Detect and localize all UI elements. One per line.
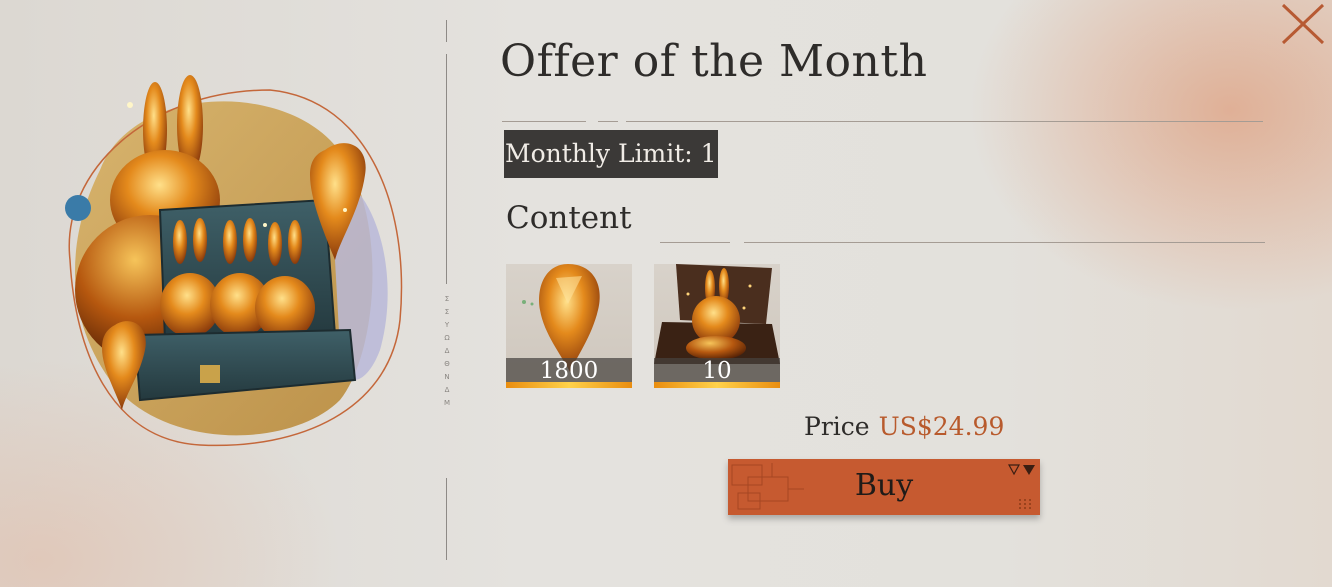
- triangle-markers-icon: [1008, 464, 1035, 476]
- title-rule-segment: [598, 121, 618, 122]
- decorative-glyph-column: Σ Σ Y Ω Δ Θ N Δ M: [441, 296, 453, 407]
- glyph: Σ: [444, 295, 450, 303]
- reward-item-rabbit-chest[interactable]: 10: [654, 264, 780, 388]
- dot-grid-icon: [1019, 499, 1031, 509]
- glyph: M: [443, 399, 451, 407]
- reward-item-crystal[interactable]: 1800: [506, 264, 632, 388]
- title-rule-segment: [502, 121, 586, 122]
- glyph: Δ: [444, 386, 450, 394]
- glyph: Δ: [444, 347, 450, 355]
- amber-rabbit-chest-illustration: [65, 75, 403, 447]
- glyph: Θ: [444, 360, 450, 368]
- content-rule-segment: [660, 242, 730, 243]
- offer-artwork: [40, 50, 430, 470]
- vertical-divider-top: [446, 20, 447, 42]
- price-row: Price US$24.99: [804, 412, 1004, 441]
- title-rule-segment: [626, 121, 1263, 122]
- price-value: US$24.99: [878, 412, 1005, 441]
- content-heading: Content: [506, 200, 632, 236]
- rarity-glow: [506, 382, 632, 388]
- glyph: Σ: [444, 308, 450, 316]
- buy-button[interactable]: Buy: [728, 459, 1040, 515]
- glyph: Ω: [444, 334, 450, 342]
- content-rule-segment: [744, 242, 1265, 243]
- monthly-limit-badge: Monthly Limit: 1: [504, 130, 718, 178]
- buy-button-label: Buy: [854, 468, 914, 503]
- glyph: N: [444, 373, 450, 381]
- close-button[interactable]: [1280, 2, 1326, 46]
- offer-title: Offer of the Month: [500, 36, 928, 87]
- reward-quantity: 1800: [539, 358, 599, 384]
- glyph: Y: [444, 321, 450, 329]
- rarity-glow: [654, 382, 780, 388]
- reward-quantity: 10: [702, 358, 732, 384]
- vertical-divider-middle: [446, 54, 447, 284]
- price-label: Price: [804, 412, 870, 441]
- close-x-icon: [1281, 3, 1325, 45]
- vertical-divider-bottom: [446, 478, 447, 560]
